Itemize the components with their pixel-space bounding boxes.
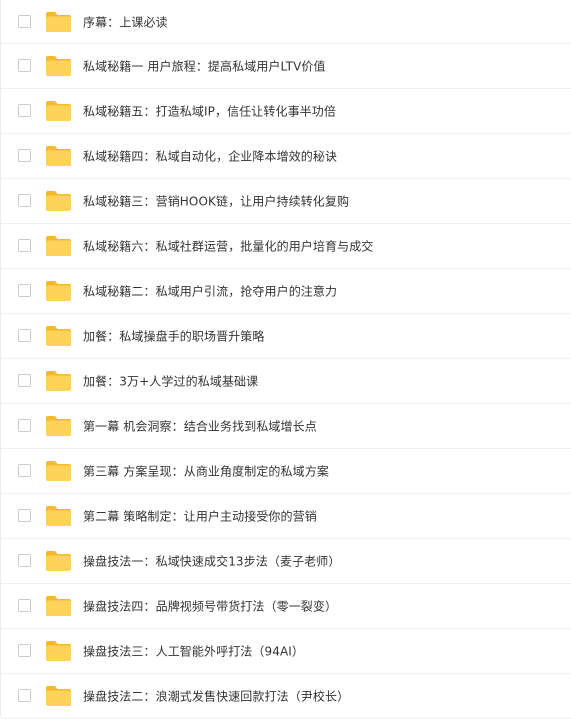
- file-list: 序幕：上课必读私域秘籍一 用户旅程：提高私域用户LTV价值 私域秘籍五：打造私域I…: [0, 0, 571, 719]
- folder-icon: [45, 685, 72, 707]
- file-name-link[interactable]: 加餐：3万+人学过的私域基础课: [83, 373, 258, 390]
- select-checkbox[interactable]: [18, 14, 31, 28]
- file-row[interactable]: 操盘技法二：浪潮式发售快速回款打法（尹校长）: [1, 674, 571, 719]
- folder-icon: [45, 11, 72, 33]
- file-row[interactable]: 私域秘籍三：营销HOOK链，让用户持续转化复购: [1, 179, 571, 224]
- select-checkbox[interactable]: [18, 104, 31, 117]
- folder-icon: [45, 595, 72, 617]
- folder-icon: [45, 235, 72, 257]
- file-name-link[interactable]: 私域秘籍二：私域用户引流，抢夺用户的注意力: [83, 283, 337, 300]
- select-checkbox[interactable]: [18, 239, 31, 252]
- select-checkbox[interactable]: [18, 464, 31, 477]
- select-checkbox[interactable]: [18, 689, 31, 702]
- folder-icon: [45, 145, 72, 167]
- file-row[interactable]: 私域秘籍五：打造私域IP，信任让转化事半功倍: [1, 89, 571, 134]
- file-name-link[interactable]: 操盘技法四：品牌视频号带货打法（零一裂变）: [83, 598, 337, 615]
- select-checkbox[interactable]: [18, 554, 31, 567]
- file-row[interactable]: 操盘技法一：私域快速成交13步法（麦子老师）: [1, 539, 571, 584]
- file-name-link[interactable]: 私域秘籍六：私域社群运营，批量化的用户培育与成交: [83, 238, 373, 255]
- file-name-link[interactable]: 操盘技法三：人工智能外呼打法（94AI）: [83, 643, 304, 660]
- folder-icon: [45, 190, 72, 212]
- file-row[interactable]: 第二幕 策略制定：让用户主动接受你的营销: [1, 494, 571, 539]
- select-checkbox[interactable]: [18, 329, 31, 342]
- file-row[interactable]: 加餐：3万+人学过的私域基础课: [1, 359, 571, 404]
- file-row[interactable]: 私域秘籍一 用户旅程：提高私域用户LTV价值: [1, 44, 571, 89]
- file-row[interactable]: 操盘技法四：品牌视频号带货打法（零一裂变）: [1, 584, 571, 629]
- file-row[interactable]: 第一幕 机会洞察：结合业务找到私域增长点: [1, 404, 571, 449]
- folder-icon: [45, 325, 72, 347]
- folder-icon: [45, 460, 72, 482]
- folder-icon: [45, 550, 72, 572]
- file-row[interactable]: 加餐：私域操盘手的职场晋升策略: [1, 314, 571, 359]
- select-checkbox[interactable]: [18, 194, 31, 207]
- folder-icon: [45, 280, 72, 302]
- file-name-link[interactable]: 操盘技法二：浪潮式发售快速回款打法（尹校长）: [83, 688, 349, 705]
- select-checkbox[interactable]: [18, 599, 31, 612]
- file-row[interactable]: 私域秘籍六：私域社群运营，批量化的用户培育与成交: [1, 224, 571, 269]
- file-name-link[interactable]: 私域秘籍一 用户旅程：提高私域用户LTV价值: [83, 58, 326, 75]
- folder-icon: [45, 370, 72, 392]
- select-checkbox[interactable]: [18, 284, 31, 297]
- file-name-link[interactable]: 操盘技法一：私域快速成交13步法（麦子老师）: [83, 553, 340, 570]
- file-name-link[interactable]: 第一幕 机会洞察：结合业务找到私域增长点: [83, 418, 317, 435]
- file-row[interactable]: 私域秘籍二：私域用户引流，抢夺用户的注意力: [1, 269, 571, 314]
- folder-icon: [45, 415, 72, 437]
- folder-icon: [45, 640, 72, 662]
- select-checkbox[interactable]: [18, 149, 31, 162]
- select-checkbox[interactable]: [18, 509, 31, 522]
- file-name-link[interactable]: 序幕：上课必读: [83, 13, 168, 30]
- file-name-link[interactable]: 加餐：私域操盘手的职场晋升策略: [83, 328, 265, 345]
- file-name-link[interactable]: 私域秘籍四：私域自动化，企业降本增效的秘诀: [83, 148, 337, 165]
- select-checkbox[interactable]: [18, 419, 31, 432]
- file-row[interactable]: 私域秘籍四：私域自动化，企业降本增效的秘诀: [1, 134, 571, 179]
- folder-icon: [45, 505, 72, 527]
- folder-icon: [45, 55, 72, 77]
- file-name-link[interactable]: 第二幕 策略制定：让用户主动接受你的营销: [83, 508, 317, 525]
- file-name-link[interactable]: 私域秘籍三：营销HOOK链，让用户持续转化复购: [83, 193, 349, 210]
- select-checkbox[interactable]: [18, 374, 31, 387]
- file-name-link[interactable]: 私域秘籍五：打造私域IP，信任让转化事半功倍: [83, 103, 336, 120]
- file-name-link[interactable]: 第三幕 方案呈现：从商业角度制定的私域方案: [83, 463, 329, 480]
- select-checkbox[interactable]: [18, 644, 31, 657]
- file-row[interactable]: 操盘技法三：人工智能外呼打法（94AI）: [1, 629, 571, 674]
- file-row[interactable]: 第三幕 方案呈现：从商业角度制定的私域方案: [1, 449, 571, 494]
- select-checkbox[interactable]: [18, 59, 31, 72]
- file-row[interactable]: 序幕：上课必读: [1, 0, 571, 44]
- folder-icon: [45, 100, 72, 122]
